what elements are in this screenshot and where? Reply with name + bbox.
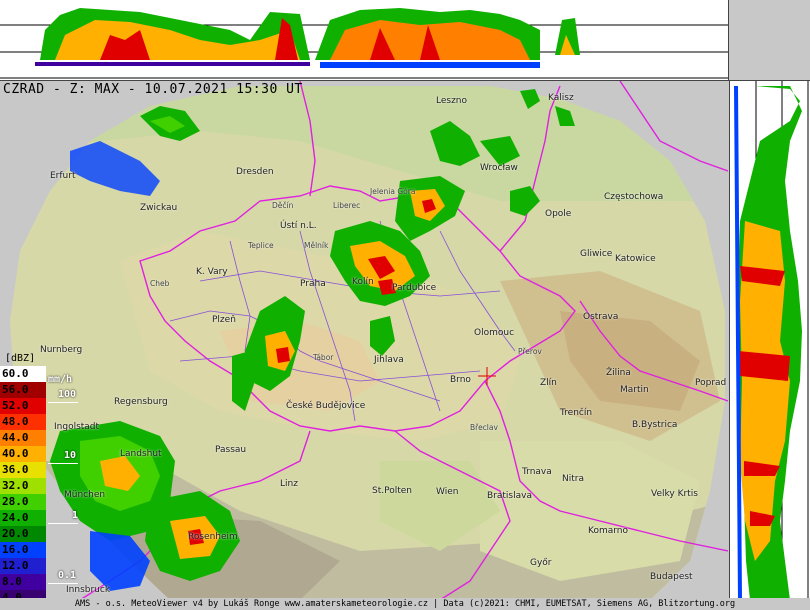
map-title: CZRAD - Z: MAX - 10.07.2021 15:30 UT bbox=[3, 82, 303, 97]
city-label: Poprad bbox=[695, 378, 727, 388]
top-cross-section-panel bbox=[0, 0, 729, 81]
legend-row: 52.0 bbox=[0, 398, 80, 414]
city-label: Děčín bbox=[272, 201, 294, 210]
city-label: Jihlava bbox=[374, 355, 404, 365]
city-label: Wien bbox=[436, 487, 459, 497]
legend-value: 28.0 bbox=[2, 495, 29, 508]
legend-row: 44.0 bbox=[0, 430, 80, 446]
city-label: Győr bbox=[530, 558, 552, 568]
city-label: Erfurt bbox=[50, 171, 76, 181]
city-label: Kalisz bbox=[548, 93, 574, 103]
legend-value: 52.0 bbox=[2, 399, 29, 412]
city-label: Žilina bbox=[606, 368, 631, 378]
cross-section-echo-blobs bbox=[35, 8, 580, 68]
city-label: Budapest bbox=[650, 572, 693, 582]
city-label: Regensburg bbox=[114, 397, 168, 407]
city-label: Trenčín bbox=[560, 408, 593, 418]
legend-value: 16.0 bbox=[2, 543, 29, 556]
legend-row: 32.0 bbox=[0, 478, 80, 494]
legend-value: 60.0 bbox=[2, 367, 29, 380]
legend-value: 36.0 bbox=[2, 463, 29, 476]
rain-label: 10 bbox=[64, 450, 77, 461]
legend-value: 44.0 bbox=[2, 431, 29, 444]
rain-tick bbox=[48, 463, 78, 464]
right-cross-section-panel bbox=[729, 81, 810, 600]
rain-label: 100 bbox=[58, 389, 77, 400]
legend-value: 24.0 bbox=[2, 511, 29, 524]
legend-value: 8.0 bbox=[2, 575, 22, 588]
city-label: Olomouc bbox=[474, 328, 515, 338]
city-label: Ústí n.L. bbox=[280, 221, 317, 231]
city-label: Częstochowa bbox=[604, 192, 664, 202]
city-label: Teplice bbox=[248, 241, 274, 250]
city-label: Brno bbox=[450, 375, 471, 385]
legend-row: 48.0 bbox=[0, 414, 80, 430]
city-label: Dresden bbox=[236, 167, 274, 177]
legend-value: 20.0 bbox=[2, 527, 29, 540]
legend-row: 16.0 bbox=[0, 542, 80, 558]
city-label: Zlín bbox=[540, 378, 557, 388]
city-label: Rosenheim bbox=[188, 532, 238, 542]
city-label: Mělník bbox=[304, 241, 329, 250]
city-label: Linz bbox=[280, 479, 298, 489]
legend-row: 20.0 bbox=[0, 526, 80, 542]
top-cross-section-chart bbox=[0, 8, 728, 79]
city-label: Landshut bbox=[120, 449, 162, 459]
footer-credits: AMS - o.s. MeteoViewer v4 by Lukáš Ronge… bbox=[0, 598, 810, 610]
rain-label: 0.1 bbox=[58, 570, 77, 581]
right-cross-section-chart bbox=[734, 81, 809, 600]
city-label: Ostrava bbox=[583, 312, 619, 322]
city-label: Jelenia Góra bbox=[370, 187, 416, 196]
city-label: Zwickau bbox=[140, 203, 178, 213]
city-label: Martin bbox=[620, 385, 649, 395]
city-label: Tábor bbox=[313, 353, 334, 362]
legend-value: 12.0 bbox=[2, 559, 29, 572]
city-label: Přerov bbox=[518, 347, 542, 356]
city-label: Nitra bbox=[562, 474, 584, 484]
rain-tick bbox=[48, 402, 78, 403]
legend-unit-dbz: [dBZ] bbox=[5, 353, 36, 364]
city-label: Passau bbox=[215, 445, 247, 455]
city-label: České Budějovice bbox=[286, 401, 366, 411]
city-label: Leszno bbox=[436, 96, 468, 106]
rain-tick bbox=[48, 523, 78, 524]
map-canvas bbox=[10, 81, 728, 600]
right-echo-blobs bbox=[734, 86, 802, 600]
city-label: Břeclav bbox=[470, 423, 498, 432]
city-label: Kolín bbox=[352, 277, 374, 287]
city-label: Pardubice bbox=[392, 283, 437, 293]
legend-value: 32.0 bbox=[2, 479, 29, 492]
city-label: Plzeň bbox=[212, 315, 236, 325]
legend-unit-rain: mm/h bbox=[48, 374, 73, 385]
legend-row: 28.0 bbox=[0, 494, 80, 510]
city-label: Bratislava bbox=[487, 491, 532, 501]
radar-map[interactable]: Leszno Kalisz Dresden Wrocław Częstochow… bbox=[0, 81, 728, 600]
city-label: K. Vary bbox=[196, 267, 228, 277]
legend-value: 48.0 bbox=[2, 415, 29, 428]
city-label: B.Bystrica bbox=[632, 420, 678, 430]
city-label: Liberec bbox=[333, 201, 361, 210]
rain-label: 1 bbox=[72, 510, 79, 521]
city-label: Velky Krtis bbox=[651, 489, 698, 499]
city-label: St.Polten bbox=[372, 486, 412, 496]
legend-value: 40.0 bbox=[2, 447, 29, 460]
city-label: Praha bbox=[300, 279, 326, 289]
city-label: Katowice bbox=[615, 254, 656, 264]
city-label: Cheb bbox=[150, 279, 170, 288]
legend-row: 36.0 bbox=[0, 462, 80, 478]
legend-value: 56.0 bbox=[2, 383, 29, 396]
city-label: Trnava bbox=[522, 467, 552, 477]
corner-blank bbox=[729, 0, 810, 81]
city-label: Gliwice bbox=[580, 249, 613, 259]
rain-tick bbox=[48, 583, 78, 584]
city-label: Komarno bbox=[588, 526, 628, 536]
city-label: Opole bbox=[545, 209, 572, 219]
city-label: Wrocław bbox=[480, 163, 518, 173]
